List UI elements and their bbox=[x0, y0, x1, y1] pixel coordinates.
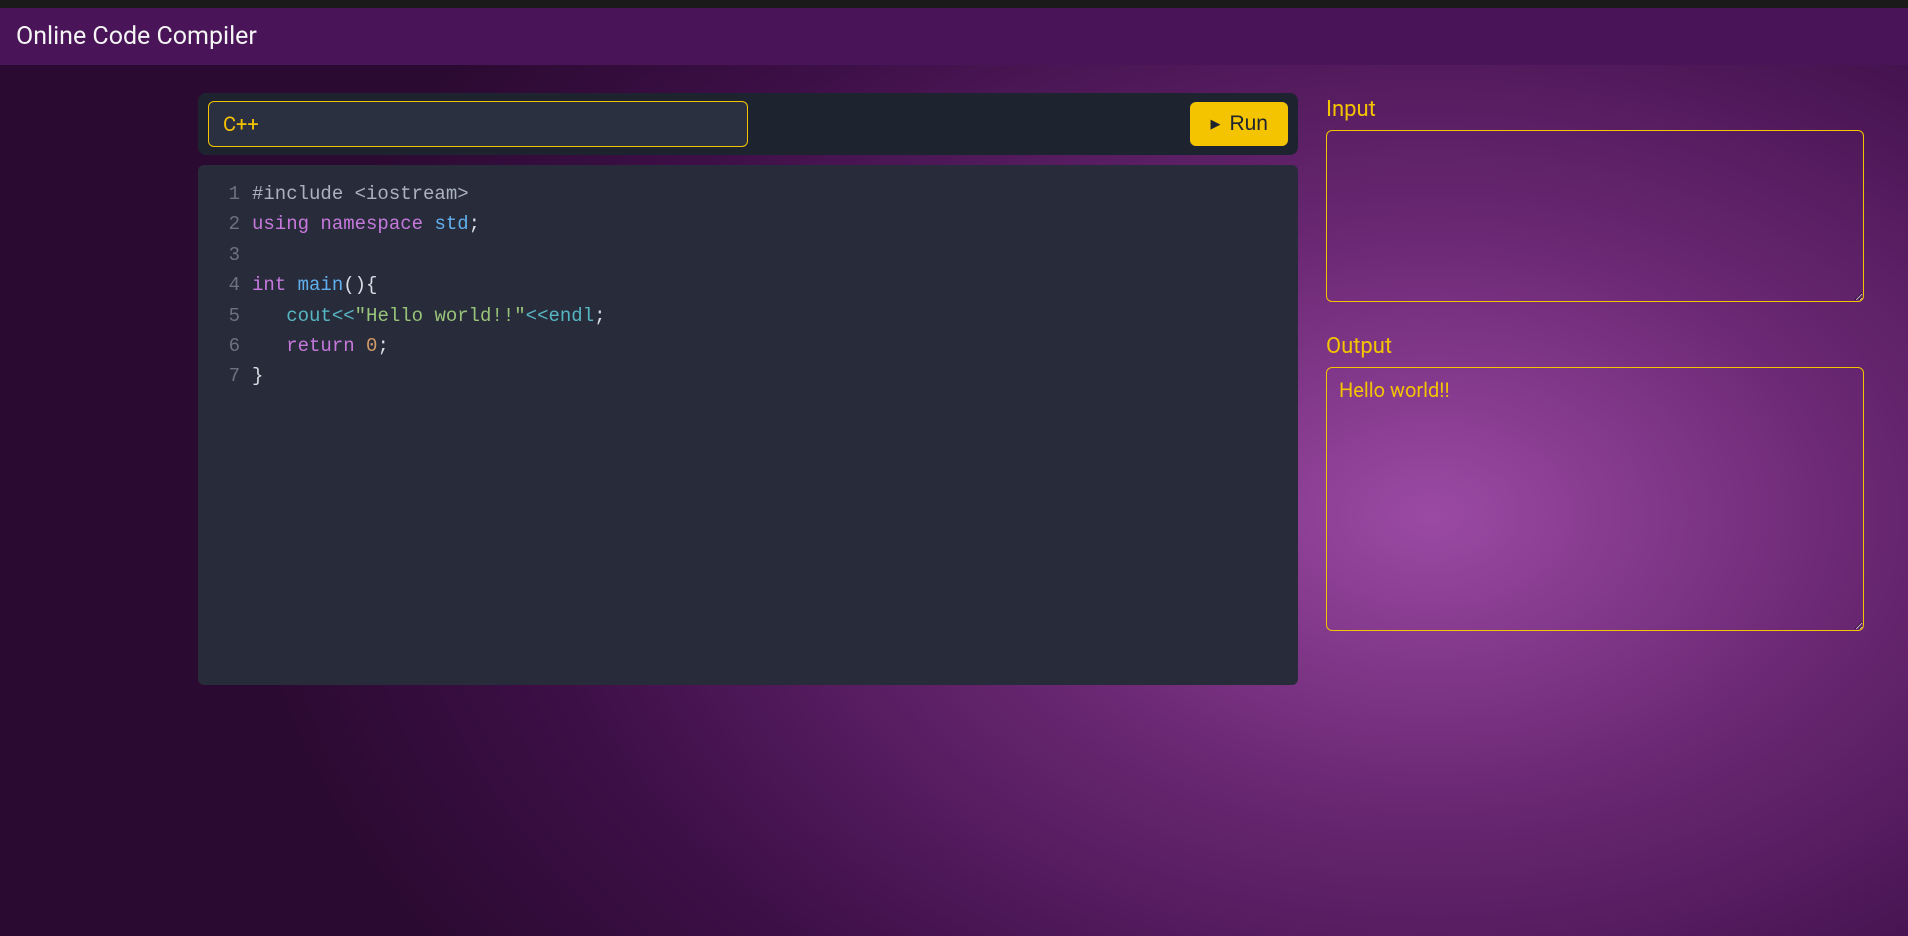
run-button-label: Run bbox=[1229, 112, 1268, 136]
code-line: 4int main(){ bbox=[198, 270, 1298, 300]
code-editor[interactable]: 1#include <iostream>2using namespace std… bbox=[198, 165, 1298, 685]
line-number: 7 bbox=[198, 361, 252, 391]
output-label: Output bbox=[1326, 334, 1864, 359]
code-content: } bbox=[252, 361, 263, 391]
code-line: 5 cout<<"Hello world!!"<<endl; bbox=[198, 301, 1298, 331]
code-content: #include <iostream> bbox=[252, 179, 469, 209]
line-number: 4 bbox=[198, 270, 252, 300]
io-panel: Input Output bbox=[1326, 93, 1864, 685]
code-content: using namespace std; bbox=[252, 209, 480, 239]
code-line: 7} bbox=[198, 361, 1298, 391]
run-button[interactable]: ▶ Run bbox=[1190, 102, 1288, 146]
line-number: 6 bbox=[198, 331, 252, 361]
code-line: 6 return 0; bbox=[198, 331, 1298, 361]
code-content: int main(){ bbox=[252, 270, 377, 300]
input-textarea[interactable] bbox=[1326, 130, 1864, 302]
input-label: Input bbox=[1326, 97, 1864, 122]
top-border bbox=[0, 0, 1908, 8]
code-line: 3 bbox=[198, 240, 1298, 270]
language-select[interactable]: C++ bbox=[208, 101, 748, 147]
line-number: 5 bbox=[198, 301, 252, 331]
play-icon: ▶ bbox=[1210, 116, 1220, 132]
editor-panel: C++ ▶ Run 1#include <iostream>2using nam… bbox=[198, 93, 1298, 685]
code-content: cout<<"Hello world!!"<<endl; bbox=[252, 301, 606, 331]
code-line: 2using namespace std; bbox=[198, 209, 1298, 239]
app-title: Online Code Compiler bbox=[16, 22, 1892, 51]
main-container: C++ ▶ Run 1#include <iostream>2using nam… bbox=[44, 65, 1864, 713]
code-content bbox=[252, 240, 263, 270]
editor-toolbar: C++ ▶ Run bbox=[198, 93, 1298, 155]
output-textarea[interactable] bbox=[1326, 367, 1864, 631]
line-number: 1 bbox=[198, 179, 252, 209]
line-number: 3 bbox=[198, 240, 252, 270]
code-line: 1#include <iostream> bbox=[198, 179, 1298, 209]
line-number: 2 bbox=[198, 209, 252, 239]
app-header: Online Code Compiler bbox=[0, 8, 1908, 65]
code-content: return 0; bbox=[252, 331, 389, 361]
